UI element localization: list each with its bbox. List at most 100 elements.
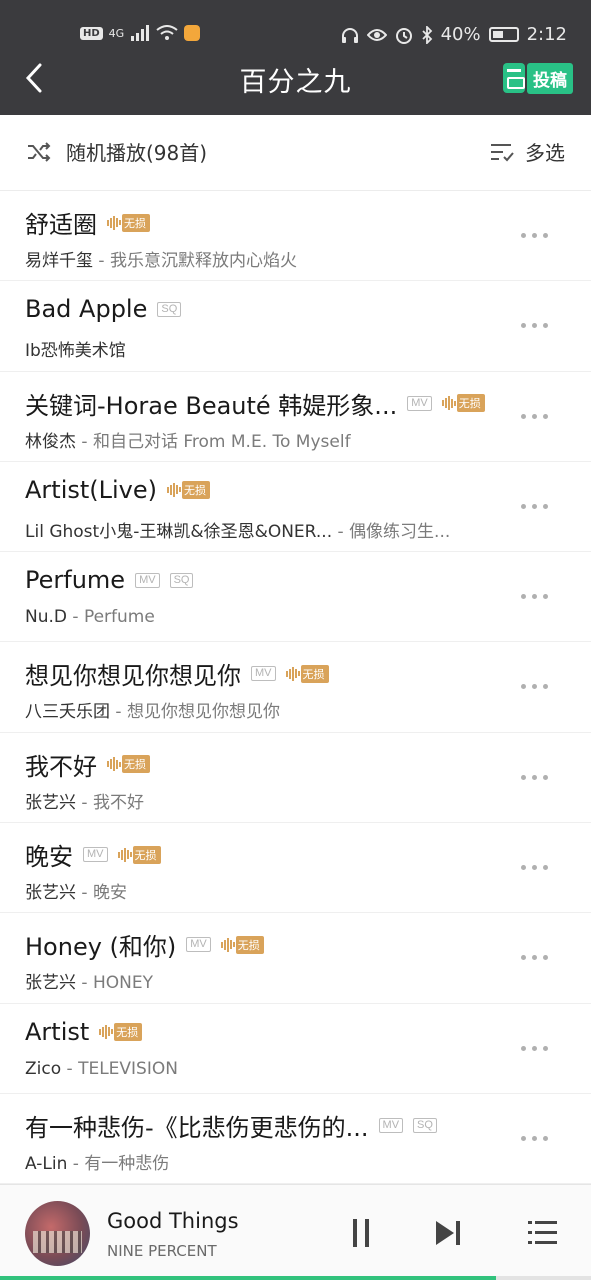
song-row[interactable]: 有一种悲伤-《比悲伤更悲伤的... MV SQ A-Lin - 有一种悲伤 [0, 1094, 591, 1185]
more-options-icon[interactable] [521, 1038, 551, 1058]
more-options-icon[interactable] [521, 586, 551, 606]
more-options-icon[interactable] [521, 406, 551, 426]
sq-badge: SQ [157, 301, 182, 317]
now-playing-title: Good Things [107, 1209, 239, 1233]
multi-select-button[interactable]: 多选 [489, 137, 565, 166]
song-subtitle: Ib恐怖美术馆 [25, 336, 126, 361]
separator: - [76, 792, 93, 813]
playback-progress-bar[interactable] [0, 1276, 591, 1280]
more-options-icon[interactable] [521, 947, 551, 967]
dot [532, 774, 537, 780]
song-title-line: 舒适圈 无损 [25, 205, 150, 240]
song-row[interactable]: 晚安 MV 无损 张艺兴 - 晚安 [0, 823, 591, 914]
song-subtitle: 张艺兴 - HONEY [25, 968, 153, 993]
headphones-icon [341, 27, 358, 43]
song-row[interactable]: Bad Apple SQ Ib恐怖美术馆 [0, 281, 591, 372]
submit-button[interactable]: 投稿 [503, 62, 573, 94]
playlist-toolbar: 随机播放(98首) 多选 [0, 115, 591, 191]
song-row[interactable]: 我不好 无损张艺兴 - 我不好 [0, 733, 591, 824]
next-button[interactable] [432, 1215, 464, 1251]
bluetooth-icon [421, 25, 432, 44]
dot [532, 323, 537, 329]
skip-next-icon [436, 1221, 460, 1245]
song-title: Honey (和你) [25, 933, 177, 962]
song-artist: Lil Ghost小鬼-王琳凯&徐圣恩&ONER... [25, 521, 333, 542]
eye-icon [366, 28, 387, 41]
song-row[interactable]: Perfume MV SQ Nu.D - Perfume [0, 552, 591, 643]
separator: - [76, 431, 93, 452]
song-artist: Nu.D [25, 607, 67, 628]
queue-list-icon [528, 1221, 557, 1244]
song-artist: 林俊杰 [25, 431, 76, 452]
clock: 2:12 [526, 24, 567, 45]
wifi-icon [156, 25, 178, 40]
song-title: 舒适圈 [25, 211, 97, 239]
dot [521, 865, 526, 871]
dot [543, 323, 548, 329]
mv-badge: MV [135, 572, 160, 588]
playlist-queue-button[interactable] [524, 1215, 560, 1251]
more-options-icon[interactable] [521, 676, 551, 696]
more-options-icon[interactable] [521, 496, 551, 516]
dot [532, 503, 537, 509]
dot [521, 1045, 526, 1051]
song-album: 偶像练习生... [349, 521, 451, 542]
song-artist: 张艺兴 [25, 792, 76, 813]
album-cover[interactable] [25, 1201, 90, 1266]
more-options-icon[interactable] [521, 767, 551, 787]
song-subtitle: 张艺兴 - 我不好 [25, 788, 144, 813]
song-album: 想见你想见你想见你 [126, 702, 280, 723]
mv-badge: MV [186, 937, 211, 953]
song-row[interactable]: Honey (和你) MV 无损 张艺兴 - HONEY [0, 913, 591, 1004]
song-subtitle: 张艺兴 - 晚安 [25, 878, 127, 903]
dot [521, 684, 526, 690]
submit-label: 投稿 [527, 62, 573, 94]
song-subtitle: Zico - TELEVISION [25, 1059, 178, 1079]
alarm-icon [395, 27, 412, 44]
shuffle-play-button[interactable]: 随机播放(98首) [26, 137, 207, 166]
song-title-line: 关键词-Horae Beauté 韩媞形象... MV 无损 [25, 386, 485, 421]
lossless-label: 无损 [300, 664, 329, 683]
song-row[interactable]: 关键词-Horae Beauté 韩媞形象... MV 无损 林俊杰 - 和自己对话 … [0, 372, 591, 462]
dot [543, 774, 548, 780]
song-artist: 张艺兴 [25, 973, 76, 994]
mini-player[interactable]: Good Things NINE PERCENT [0, 1184, 591, 1280]
more-options-icon[interactable] [521, 1128, 551, 1148]
song-subtitle: 易烊千玺 - 我乐意沉默释放内心焰火 [25, 246, 297, 271]
pause-icon [353, 1219, 357, 1247]
sq-badge: SQ [169, 572, 194, 588]
lossless-label: 无损 [114, 1022, 143, 1041]
song-row[interactable]: 舒适圈 无损易烊千玺 - 我乐意沉默释放内心焰火 [0, 191, 591, 282]
song-title: 关键词-Horae Beauté 韩媞形象... [25, 391, 398, 420]
dot [532, 684, 537, 690]
pause-button[interactable] [347, 1215, 375, 1251]
lossless-badge: 无损 [117, 845, 161, 864]
dot [532, 1135, 537, 1141]
separator: - [332, 521, 350, 542]
song-list: 舒适圈 无损 易烊千玺 - 我乐意沉默释放内心焰火 Bad Apple SQ Ib恐怖美术… [0, 191, 591, 1185]
song-subtitle: A-Lin - 有一种悲伤 [25, 1149, 169, 1174]
song-row[interactable]: Artist(Live) 无损 Lil Ghost小鬼-王琳凯&徐圣恩&ONER..… [0, 462, 591, 553]
shuffle-icon [28, 141, 51, 162]
dot [543, 233, 548, 238]
sound-wave-icon [107, 215, 121, 230]
dot [532, 594, 537, 600]
more-options-icon[interactable] [521, 225, 551, 245]
song-title: Artist(Live) [25, 475, 158, 504]
dot [521, 594, 526, 600]
sound-wave-icon [107, 757, 121, 772]
song-title-line: Honey (和你) MV 无损 [25, 927, 264, 962]
song-subtitle: Lil Ghost小鬼-王琳凯&徐圣恩&ONER... - 偶像练习生... [25, 517, 450, 542]
song-title: 想见你想见你想见你 [25, 662, 241, 691]
more-options-icon[interactable] [521, 315, 551, 335]
lossless-badge: 无损 [107, 755, 150, 774]
more-options-icon[interactable] [521, 857, 551, 877]
song-row[interactable]: 想见你想见你想见你 MV 无损 八三夭乐团 - 想见你想见你想见你 [0, 642, 591, 733]
multi-select-label: 多选 [525, 141, 565, 165]
song-title-line: 我不好 无损 [25, 747, 150, 782]
mv-badge: MV [251, 666, 276, 682]
battery-icon [488, 27, 519, 42]
separator: - [67, 607, 84, 628]
song-title-line: 有一种悲伤-《比悲伤更悲伤的... MV SQ [25, 1108, 437, 1143]
song-row[interactable]: Artist 无损 Zico - TELEVISION [0, 1004, 591, 1094]
